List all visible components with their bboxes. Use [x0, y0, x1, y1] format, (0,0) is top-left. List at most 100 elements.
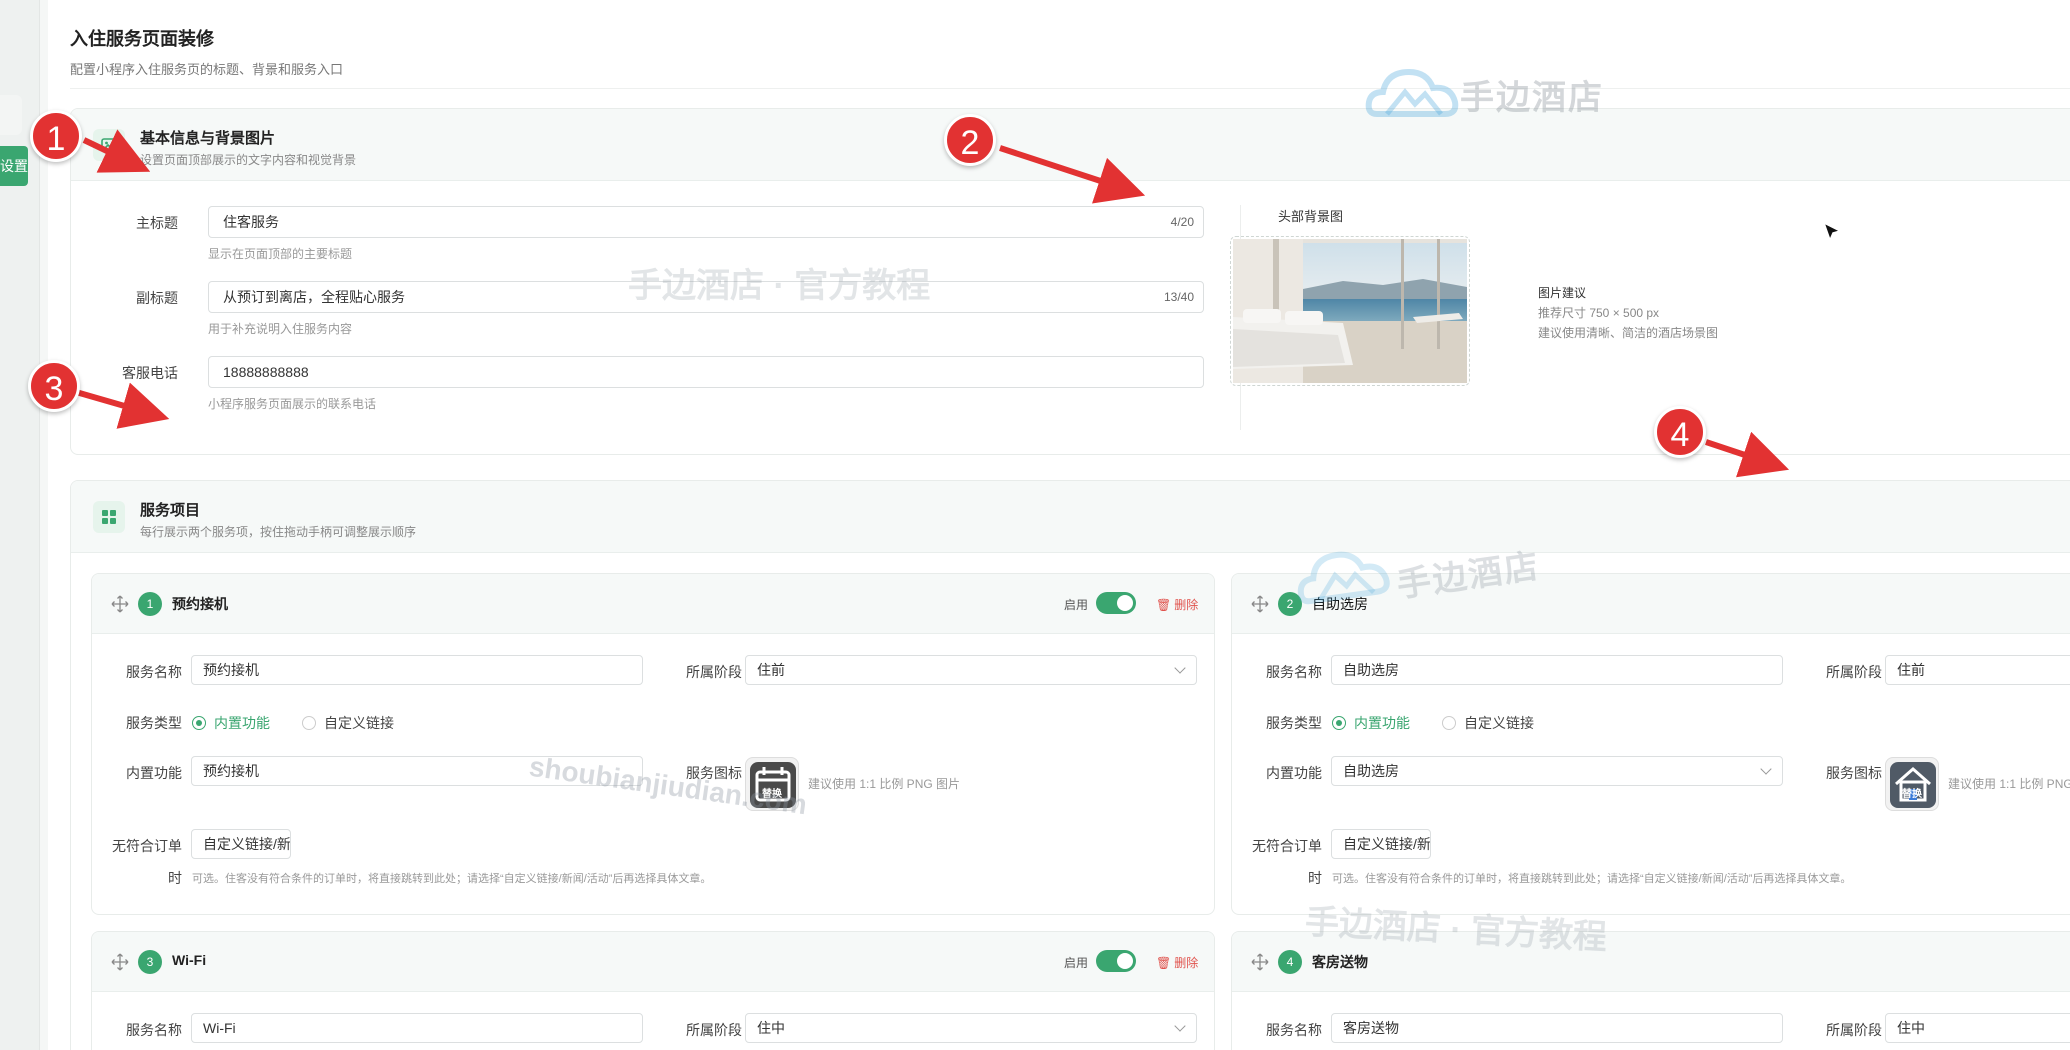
- service-name-label: 服务名称: [1266, 664, 1322, 680]
- drag-handle-icon[interactable]: [110, 952, 130, 972]
- service-name-label: 服务名称: [1266, 1022, 1322, 1038]
- bg-image-label: 头部背景图: [1278, 209, 1344, 224]
- stage-select[interactable]: 住前: [745, 655, 1197, 685]
- left-sidebar: 设置: [0, 0, 40, 1050]
- page-subtitle: 配置小程序入住服务页的标题、背景和服务入口: [70, 62, 344, 77]
- sidebar-collapse-handle[interactable]: [0, 95, 22, 135]
- services-header: 服务项目 每行展示两个服务项，按住拖动手柄可调整展示顺序: [71, 481, 2070, 553]
- main-title-count: 4/20: [1170, 215, 1194, 229]
- annotation-badge-3: 3: [28, 360, 80, 412]
- stage-label: 所属阶段: [686, 1022, 742, 1038]
- main-title-hint: 显示在页面顶部的主要标题: [208, 247, 353, 261]
- service-item: 3 Wi-Fi 启用 🗑 删除 服务名称 Wi-Fi 所属阶段 住中: [91, 931, 1215, 1050]
- grid-icon: [93, 501, 125, 533]
- replace-label: 替换: [1902, 789, 1922, 800]
- service-item: 4 客房送物 服务名称 客房送物 所属阶段 住中: [1231, 931, 2070, 1050]
- service-item: 1 预约接机 启用 🗑 删除 服务名称 预约接机 所属阶段 住前 服务类型 内置功…: [91, 573, 1215, 915]
- no-order-label: 无符合订单: [1252, 838, 1322, 854]
- stage-select[interactable]: 住中: [745, 1013, 1197, 1043]
- service-name-input[interactable]: 预约接机: [191, 655, 643, 685]
- annotation-badge-1: 1: [30, 110, 82, 162]
- trash-icon: 🗑: [1156, 956, 1172, 970]
- delete-button[interactable]: 🗑 删除: [1156, 954, 1198, 971]
- builtin-select[interactable]: 自助选房: [1331, 756, 1783, 786]
- image-icon: [93, 129, 125, 161]
- header-divider: [70, 88, 2070, 89]
- chevron-down-icon: [1174, 662, 1186, 674]
- phone-label: 客服电话: [122, 365, 178, 381]
- builtin-label: 内置功能: [1266, 765, 1322, 781]
- service-type-label: 服务类型: [1266, 715, 1322, 731]
- drag-handle-icon[interactable]: [1250, 594, 1270, 614]
- replace-label: 替换: [762, 789, 782, 800]
- service-index-badge: 3: [138, 950, 162, 974]
- header-background-image[interactable]: [1230, 236, 1470, 386]
- service-index-badge: 4: [1278, 950, 1302, 974]
- stage-label: 所属阶段: [686, 664, 742, 680]
- service-item-header: 4 客房送物: [1232, 932, 2070, 992]
- stage-label: 所属阶段: [1826, 1022, 1882, 1038]
- stage-label: 所属阶段: [1826, 664, 1882, 680]
- phone-value: 18888888888: [223, 364, 309, 380]
- service-name-input[interactable]: Wi-Fi: [191, 1013, 643, 1043]
- drag-handle-icon[interactable]: [110, 594, 130, 614]
- service-item-header: 2 自助选房: [1232, 574, 2070, 634]
- no-order-select[interactable]: 自定义链接/新闻/活动: [191, 829, 291, 859]
- radio-builtin[interactable]: 内置功能: [1332, 713, 1410, 733]
- image-tip-title: 图片建议: [1538, 286, 1587, 300]
- sidebar-tab-settings[interactable]: 设置: [0, 146, 28, 186]
- service-name-input[interactable]: 客房送物: [1331, 1013, 1783, 1043]
- stage-select[interactable]: 住前: [1885, 655, 2070, 685]
- service-icon-label: 服务图标: [686, 765, 742, 781]
- radio-builtin[interactable]: 内置功能: [192, 713, 270, 733]
- no-order-label: 无符合订单: [112, 838, 182, 854]
- service-name-input[interactable]: 自助选房: [1331, 655, 1783, 685]
- no-order-label-2: 时: [1308, 870, 1322, 886]
- service-index-badge: 2: [1278, 592, 1302, 616]
- service-item-title: Wi-Fi: [172, 952, 207, 968]
- phone-hint: 小程序服务页面展示的联系电话: [208, 397, 377, 411]
- no-order-label-2: 时: [168, 870, 182, 886]
- builtin-select[interactable]: 预约接机: [191, 756, 643, 786]
- no-order-select[interactable]: 自定义链接/新闻/活动: [1331, 829, 1431, 859]
- sub-title-label: 副标题: [136, 290, 178, 306]
- service-item-header: 1 预约接机 启用 🗑 删除: [92, 574, 1214, 634]
- service-item-header: 3 Wi-Fi 启用 🗑 删除: [92, 932, 1214, 992]
- radio-custom-link[interactable]: 自定义链接: [302, 713, 394, 733]
- icon-hint: 建议使用 1:1 比例 PNG: [1948, 777, 2070, 791]
- delete-button[interactable]: 🗑 删除: [1156, 596, 1198, 613]
- basic-info-header: 基本信息与背景图片 设置页面顶部展示的文字内容和视觉背景: [71, 109, 2070, 181]
- service-name-label: 服务名称: [126, 1022, 182, 1038]
- service-item-title: 客房送物: [1312, 954, 1368, 970]
- main-title-label: 主标题: [136, 215, 178, 231]
- drag-handle-icon[interactable]: [1250, 952, 1270, 972]
- trash-icon: 🗑: [1156, 598, 1172, 612]
- services-description: 每行展示两个服务项，按住拖动手柄可调整展示顺序: [140, 525, 417, 539]
- sub-title-hint: 用于补充说明入住服务内容: [208, 322, 353, 336]
- stage-select[interactable]: 住中: [1885, 1013, 2070, 1043]
- enable-toggle[interactable]: [1096, 592, 1136, 614]
- enable-toggle[interactable]: [1096, 950, 1136, 972]
- service-index-badge: 1: [138, 592, 162, 616]
- icon-hint: 建议使用 1:1 比例 PNG 图片: [808, 777, 961, 791]
- section-description: 设置页面顶部展示的文字内容和视觉背景: [140, 153, 357, 167]
- image-tip-desc: 建议使用清晰、简洁的酒店场景图: [1538, 326, 1719, 340]
- house-icon[interactable]: 替换: [1885, 757, 1939, 811]
- service-item: 2 自助选房 服务名称 自助选房 所属阶段 住前 服务类型 内置功能 自定义链接…: [1231, 573, 2070, 915]
- builtin-label: 内置功能: [126, 765, 182, 781]
- radio-custom-link[interactable]: 自定义链接: [1442, 713, 1534, 733]
- chevron-down-icon: [1760, 763, 1772, 775]
- sub-title-value: 从预订到离店，全程贴心服务: [223, 289, 405, 305]
- annotation-badge-4: 4: [1654, 406, 1706, 458]
- services-title: 服务项目: [140, 502, 201, 519]
- service-item-title: 预约接机: [172, 596, 228, 612]
- sub-title-input[interactable]: 从预订到离店，全程贴心服务 13/40: [208, 281, 1204, 313]
- bedroom-photo: [1233, 239, 1467, 383]
- section-title: 基本信息与背景图片: [140, 130, 276, 147]
- service-name-label: 服务名称: [126, 664, 182, 680]
- phone-input[interactable]: 18888888888: [208, 356, 1204, 388]
- calendar-icon[interactable]: 替换: [745, 757, 799, 811]
- image-tip-size: 推荐尺寸 750 × 500 px: [1538, 306, 1660, 320]
- main-title-input[interactable]: 住客服务 4/20: [208, 206, 1204, 238]
- chevron-down-icon: [1174, 1020, 1186, 1032]
